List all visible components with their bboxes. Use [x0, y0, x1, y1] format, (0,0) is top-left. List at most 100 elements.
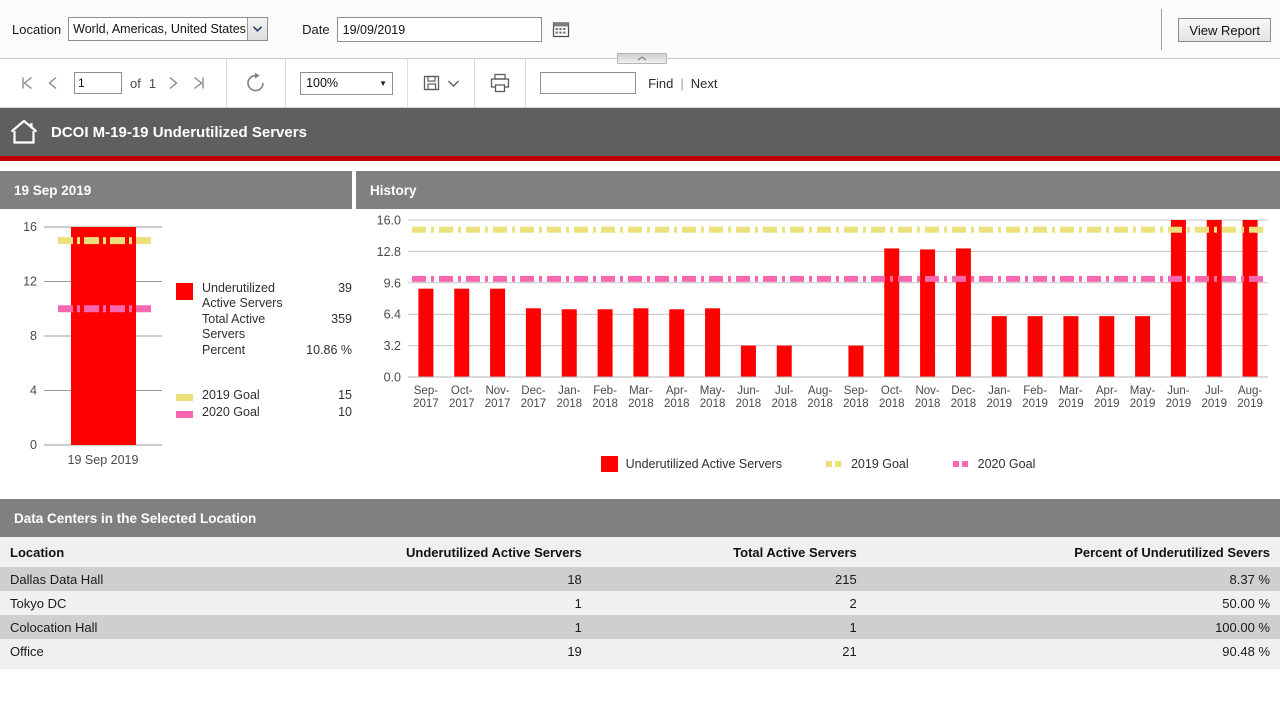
- toolbar-divider: [1161, 9, 1162, 50]
- cell-location: Tokyo DC: [0, 591, 217, 615]
- report-title-bar: DCOI M-19-19 Underutilized Servers: [0, 108, 1280, 156]
- snapshot-x-tick-label: 19 Sep 2019: [68, 453, 139, 467]
- red-square-swatch: [600, 456, 618, 472]
- history-bar-chart: 0.03.26.49.612.816.0Sep-2017Oct-2017Nov-…: [377, 214, 1268, 410]
- x-tick-label: Oct-: [881, 385, 903, 397]
- refresh-section: [227, 59, 287, 107]
- zoom-select[interactable]: 100% ▼: [300, 71, 394, 95]
- find-button[interactable]: Find: [648, 76, 673, 91]
- column-header-total[interactable]: Total Active Servers: [591, 537, 867, 567]
- x-tick-label: Jun-: [1167, 385, 1190, 397]
- spacer: [0, 161, 1280, 171]
- x-tick-label: Jul-: [1205, 385, 1224, 397]
- history-bar: [418, 288, 434, 377]
- x-tick-label: 2018: [664, 398, 690, 410]
- save-export-icon[interactable]: [422, 73, 442, 93]
- cell-location: Office: [0, 639, 217, 663]
- table-row[interactable]: Dallas Data Hall 18 215 8.37 %: [0, 567, 1280, 591]
- history-bar: [454, 288, 470, 377]
- calendar-icon[interactable]: [552, 20, 570, 38]
- history-bar: [705, 308, 721, 377]
- column-header-percent[interactable]: Percent of Underutilized Severs: [866, 537, 1280, 567]
- parameter-pane-splitter[interactable]: [617, 53, 667, 64]
- x-tick-label: 2019: [1166, 398, 1192, 410]
- x-tick-label: Apr-: [666, 385, 688, 397]
- x-tick-label: 2019: [1237, 398, 1263, 410]
- legend-label: 2020 Goal: [977, 457, 1036, 471]
- snapshot-legend: Underutilized Active Servers 39 Total Ac…: [176, 281, 352, 421]
- print-icon[interactable]: [489, 72, 511, 94]
- x-tick-label: 2018: [951, 398, 977, 410]
- history-bar: [1099, 316, 1115, 377]
- cell-underutilized: 1: [216, 615, 592, 639]
- history-bar: [884, 248, 900, 377]
- legend-label: 2019 Goal: [850, 457, 909, 471]
- page-total-label: 1: [148, 75, 157, 91]
- charts-row: 19 Sep 2019 16 12 8 4 0 19 Sep 2019 Unde…: [0, 171, 1280, 479]
- export-chevron-down-icon[interactable]: [447, 79, 460, 88]
- table-row[interactable]: Tokyo DC 1 2 50.00 %: [0, 591, 1280, 615]
- home-icon[interactable]: [9, 117, 39, 147]
- x-tick-label: Feb-: [1023, 385, 1047, 397]
- x-tick-label: Mar-: [629, 385, 653, 397]
- cell-total: 1: [591, 615, 867, 639]
- current-snapshot-chart: 16 12 8 4 0 19 Sep 2019 Underutilized Ac…: [0, 209, 352, 479]
- svg-text:16: 16: [23, 220, 37, 234]
- svg-text:12: 12: [23, 275, 37, 289]
- previous-page-icon[interactable]: [40, 70, 66, 96]
- x-tick-label: Jan-: [988, 385, 1011, 397]
- legend-value: 359: [331, 312, 352, 326]
- print-section: [475, 59, 527, 107]
- current-snapshot-panel: 19 Sep 2019 16 12 8 4 0 19 Sep 2019 Unde…: [0, 171, 352, 479]
- pagination-section: of 1: [0, 59, 228, 107]
- x-tick-label: 2019: [1094, 398, 1120, 410]
- column-header-underutilized[interactable]: Underutilized Active Servers: [216, 537, 592, 567]
- column-header-location[interactable]: Location: [0, 537, 217, 567]
- legend-item: Underutilized Active Servers 39: [176, 281, 352, 310]
- history-bar: [1135, 316, 1151, 377]
- table-row[interactable]: Colocation Hall 1 1 100.00 %: [0, 615, 1280, 639]
- x-tick-label: Feb-: [593, 385, 617, 397]
- svg-text:4: 4: [30, 384, 37, 398]
- x-tick-label: Jul-: [775, 385, 794, 397]
- legend-label: Underutilized Active Servers: [625, 457, 782, 471]
- first-page-icon[interactable]: [14, 70, 40, 96]
- x-tick-label: 2018: [700, 398, 726, 410]
- legend-item: 2020 Goal: [952, 457, 1036, 471]
- pink-dash-swatch: [952, 461, 970, 467]
- y-tick-label: 16.0: [377, 214, 401, 228]
- x-tick-label: 2018: [592, 398, 618, 410]
- history-bar: [776, 345, 792, 377]
- refresh-icon[interactable]: [241, 68, 271, 98]
- page-number-input[interactable]: [74, 72, 122, 94]
- view-report-button[interactable]: View Report: [1178, 18, 1271, 42]
- location-value[interactable]: World, Americas, United States, C: [69, 18, 247, 40]
- find-next-button[interactable]: Next: [691, 76, 718, 91]
- no-swatch: [176, 314, 193, 331]
- find-input[interactable]: [540, 72, 637, 94]
- x-tick-label: 2017: [449, 398, 475, 410]
- chevron-down-icon[interactable]: [247, 18, 268, 40]
- history-bar: [920, 249, 936, 377]
- location-combobox[interactable]: World, Americas, United States, C: [68, 17, 269, 41]
- history-bar: [740, 345, 756, 377]
- x-tick-label: Nov-: [915, 385, 939, 397]
- table-row[interactable]: Office 19 21 90.48 %: [0, 639, 1280, 663]
- history-header: History: [356, 171, 1280, 209]
- legend-value: 39: [338, 281, 352, 295]
- x-tick-label: Mar-: [1059, 385, 1083, 397]
- x-tick-label: Sep-: [844, 385, 868, 397]
- history-bar: [669, 309, 685, 377]
- history-bar: [1027, 316, 1043, 377]
- x-tick-label: 2018: [556, 398, 582, 410]
- y-tick-label: 0.0: [384, 371, 401, 385]
- chevron-down-icon: ▼: [379, 78, 388, 88]
- legend-item: Percent 10.86 %: [176, 343, 352, 362]
- current-snapshot-header: 19 Sep 2019: [0, 171, 352, 209]
- next-page-icon[interactable]: [160, 70, 186, 96]
- last-page-icon[interactable]: [186, 70, 212, 96]
- history-bar: [490, 288, 506, 377]
- x-tick-label: 2018: [843, 398, 869, 410]
- date-input[interactable]: 19/09/2019: [336, 16, 542, 42]
- cell-underutilized: 18: [216, 567, 592, 591]
